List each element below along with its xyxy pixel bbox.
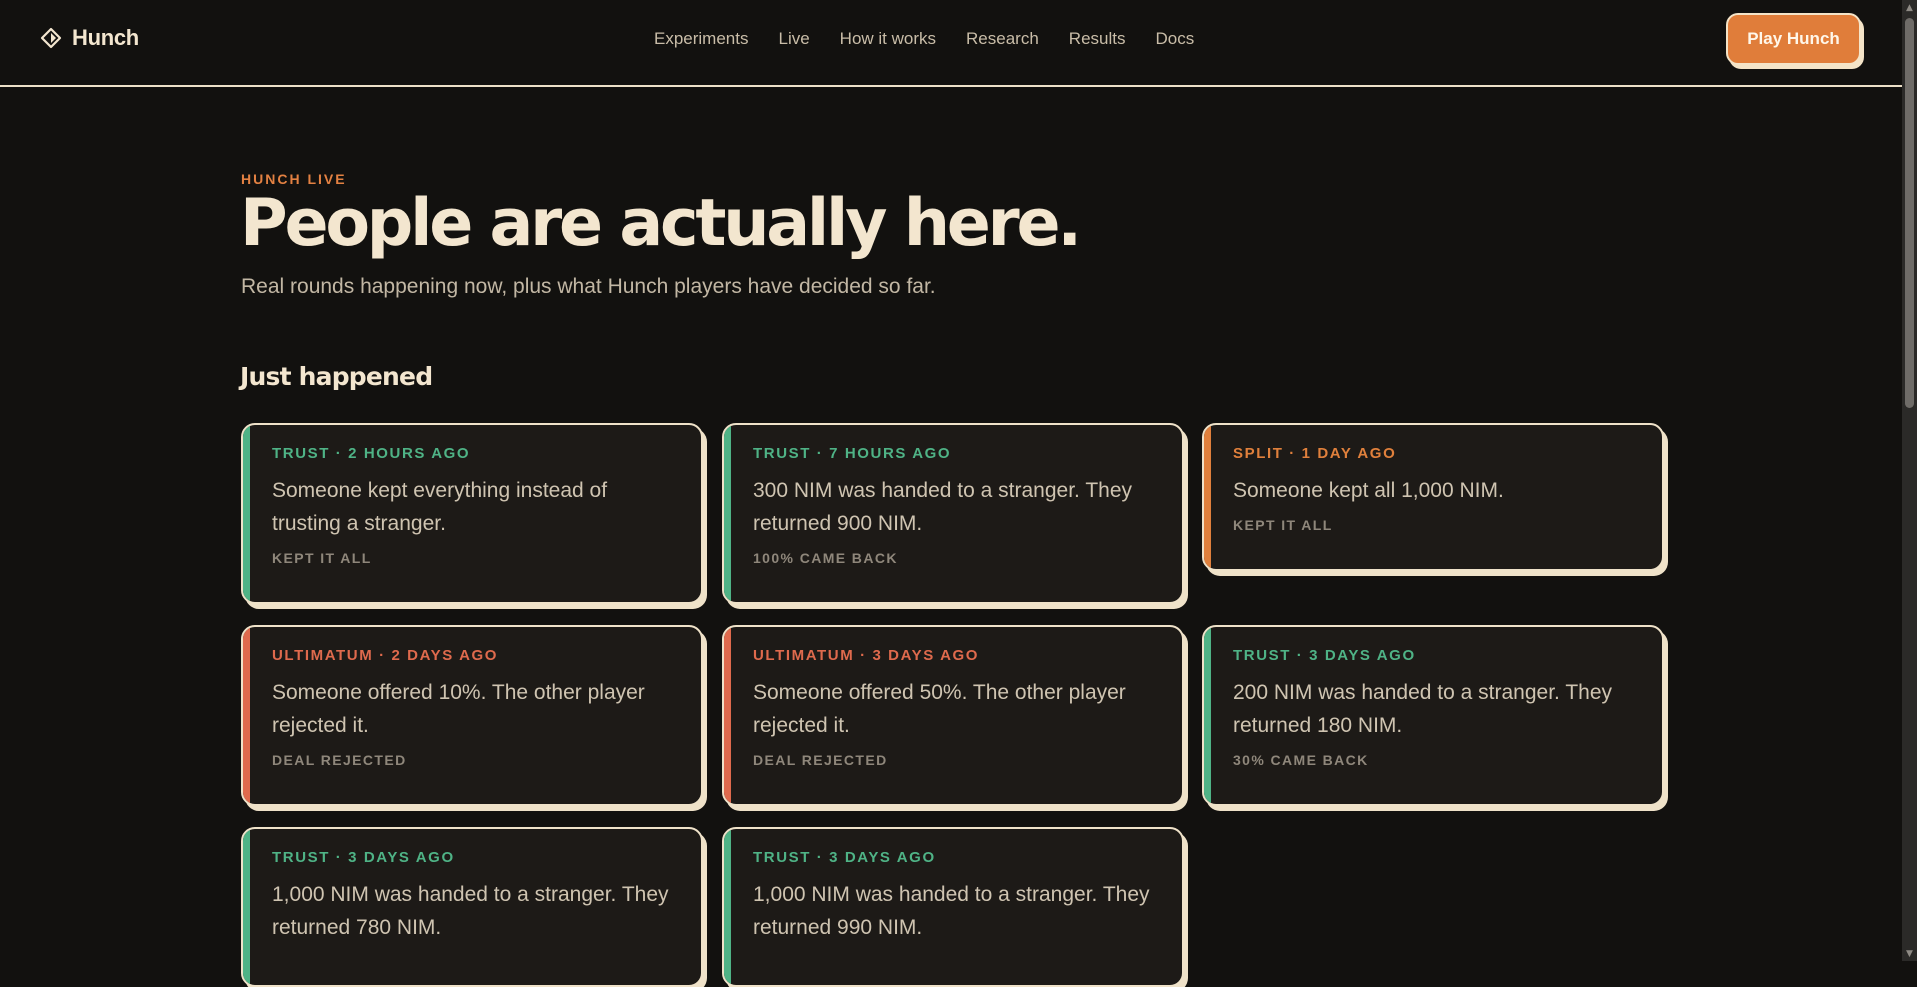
card-text: 1,000 NIM was handed to a stranger. They… [272, 883, 669, 939]
diamond-logo-icon [40, 27, 62, 49]
scrollbar-thumb[interactable] [1905, 18, 1914, 408]
card-text: 1,000 NIM was handed to a stranger. They… [753, 883, 1150, 939]
scroll-down-arrow-icon[interactable]: ▼ [1902, 946, 1917, 961]
card-outcome: DEAL REJECTED [753, 752, 888, 768]
nav-link-experiments[interactable]: Experiments [654, 29, 748, 49]
page-title: People are actually here. [240, 186, 1082, 261]
card-type-stripe [724, 627, 731, 804]
card-outcome: KEPT IT ALL [1233, 517, 1333, 533]
nav-link-how-it-works[interactable]: How it works [840, 29, 936, 49]
card-type-stripe [243, 829, 250, 985]
page-scrollbar[interactable]: ▲ ▼ [1902, 0, 1917, 961]
card-tag: TRUST · 7 HOURS AGO [753, 445, 952, 462]
card-outcome: 30% CAME BACK [1233, 752, 1369, 768]
card-tag: TRUST · 2 HOURS AGO [272, 445, 471, 462]
brand-name: Hunch [72, 25, 139, 50]
card-tag: TRUST · 3 DAYS AGO [1233, 647, 1416, 664]
card-tag: SPLIT · 1 DAY AGO [1233, 445, 1397, 462]
card-text: Someone offered 50%. The other player re… [753, 681, 1126, 737]
page-subtitle: Real rounds happening now, plus what Hun… [241, 275, 936, 298]
card-outcome: DEAL REJECTED [272, 752, 407, 768]
card-outcome: 100% CAME BACK [753, 550, 898, 566]
nav-link-live[interactable]: Live [778, 29, 809, 49]
card-type-stripe [724, 829, 731, 985]
card-tag: ULTIMATUM · 2 DAYS AGO [272, 647, 499, 664]
activity-card[interactable]: SPLIT · 1 DAY AGO Someone kept all 1,000… [1202, 423, 1664, 571]
section-eyebrow: HUNCH LIVE [241, 171, 347, 187]
nav-link-results[interactable]: Results [1069, 29, 1126, 49]
activity-card[interactable]: TRUST · 3 DAYS AGO 200 NIM was handed to… [1202, 625, 1664, 806]
card-text: Someone kept everything instead of trust… [272, 479, 608, 535]
card-type-stripe [1204, 425, 1211, 569]
card-type-stripe [243, 425, 250, 602]
card-type-stripe [243, 627, 250, 804]
card-text: Someone offered 10%. The other player re… [272, 681, 645, 737]
play-hunch-button[interactable]: Play Hunch [1726, 13, 1861, 65]
activity-card[interactable]: ULTIMATUM · 2 DAYS AGO Someone offered 1… [241, 625, 703, 806]
scroll-up-arrow-icon[interactable]: ▲ [1902, 0, 1917, 15]
card-text: 300 NIM was handed to a stranger. They r… [753, 479, 1133, 535]
card-type-stripe [724, 425, 731, 602]
card-text: 200 NIM was handed to a stranger. They r… [1233, 681, 1613, 737]
nav-link-docs[interactable]: Docs [1155, 29, 1194, 49]
nav-links: Experiments Live How it works Research R… [654, 29, 1194, 49]
card-tag: TRUST · 3 DAYS AGO [753, 849, 936, 866]
activity-card[interactable]: TRUST · 3 DAYS AGO 1,000 NIM was handed … [722, 827, 1184, 987]
activity-card[interactable]: ULTIMATUM · 3 DAYS AGO Someone offered 5… [722, 625, 1184, 806]
card-text: Someone kept all 1,000 NIM. [1233, 479, 1504, 502]
just-happened-heading: Just happened [240, 362, 433, 391]
activity-card[interactable]: TRUST · 2 HOURS AGO Someone kept everyth… [241, 423, 703, 604]
brand-logo[interactable]: Hunch [40, 25, 139, 51]
nav-link-research[interactable]: Research [966, 29, 1039, 49]
card-outcome: KEPT IT ALL [272, 550, 372, 566]
activity-card[interactable]: TRUST · 3 DAYS AGO 1,000 NIM was handed … [241, 827, 703, 987]
activity-card[interactable]: TRUST · 7 HOURS AGO 300 NIM was handed t… [722, 423, 1184, 604]
card-type-stripe [1204, 627, 1211, 804]
card-tag: TRUST · 3 DAYS AGO [272, 849, 455, 866]
top-nav: Hunch Experiments Live How it works Rese… [0, 0, 1902, 87]
card-tag: ULTIMATUM · 3 DAYS AGO [753, 647, 980, 664]
